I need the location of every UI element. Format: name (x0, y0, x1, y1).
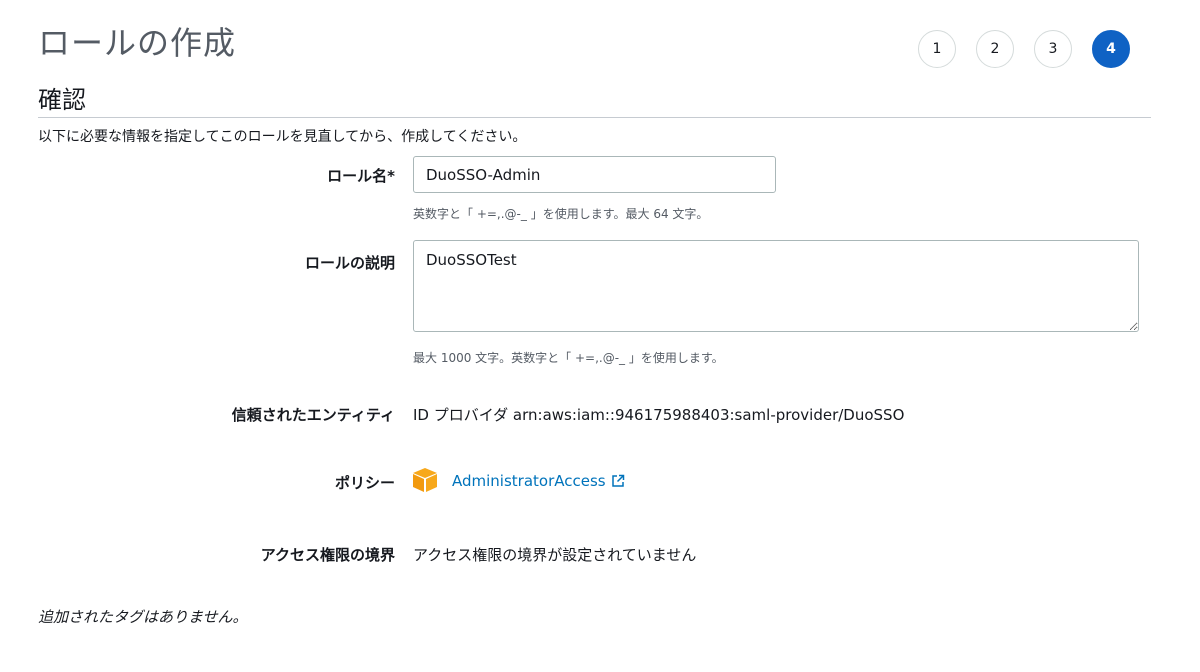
role-name-hint: 英数字と「 +=,.@-_ 」を使用します。最大 64 文字。 (413, 207, 709, 221)
section-divider (38, 117, 1151, 118)
page-title: ロールの作成 (38, 24, 237, 62)
role-description-textarea[interactable]: DuoSSOTest (413, 240, 1139, 332)
external-link-icon (611, 474, 624, 487)
trusted-entity-value: ID プロバイダ arn:aws:iam::946175988403:saml-… (413, 406, 905, 424)
step-4: 4 (1092, 30, 1130, 68)
wizard-steps: 1 2 3 4 (918, 30, 1130, 68)
policy-link-label: AdministratorAccess (452, 472, 606, 490)
step-3[interactable]: 3 (1034, 30, 1072, 68)
no-tags-text: 追加されたタグはありません。 (38, 608, 248, 626)
administrator-access-link[interactable]: AdministratorAccess (452, 472, 625, 490)
step-2[interactable]: 2 (976, 30, 1014, 68)
section-title: 確認 (38, 86, 86, 114)
role-name-input[interactable] (413, 156, 776, 193)
role-description-hint: 最大 1000 文字。英数字と「 +=,.@-_ 」を使用します。 (413, 351, 724, 365)
intro-text: 以下に必要な情報を指定してこのロールを見直してから、作成してください。 (38, 129, 527, 145)
permissions-boundary-value: アクセス権限の境界が設定されていません (413, 546, 697, 564)
aws-policy-cube-icon (413, 468, 437, 492)
trusted-entity-label: 信頼されたエンティティ (231, 406, 395, 424)
step-1[interactable]: 1 (918, 30, 956, 68)
policy-label: ポリシー (334, 474, 395, 492)
role-name-label: ロール名* (327, 167, 395, 185)
role-description-label: ロールの説明 (304, 254, 395, 272)
permissions-boundary-label: アクセス権限の境界 (260, 546, 395, 564)
